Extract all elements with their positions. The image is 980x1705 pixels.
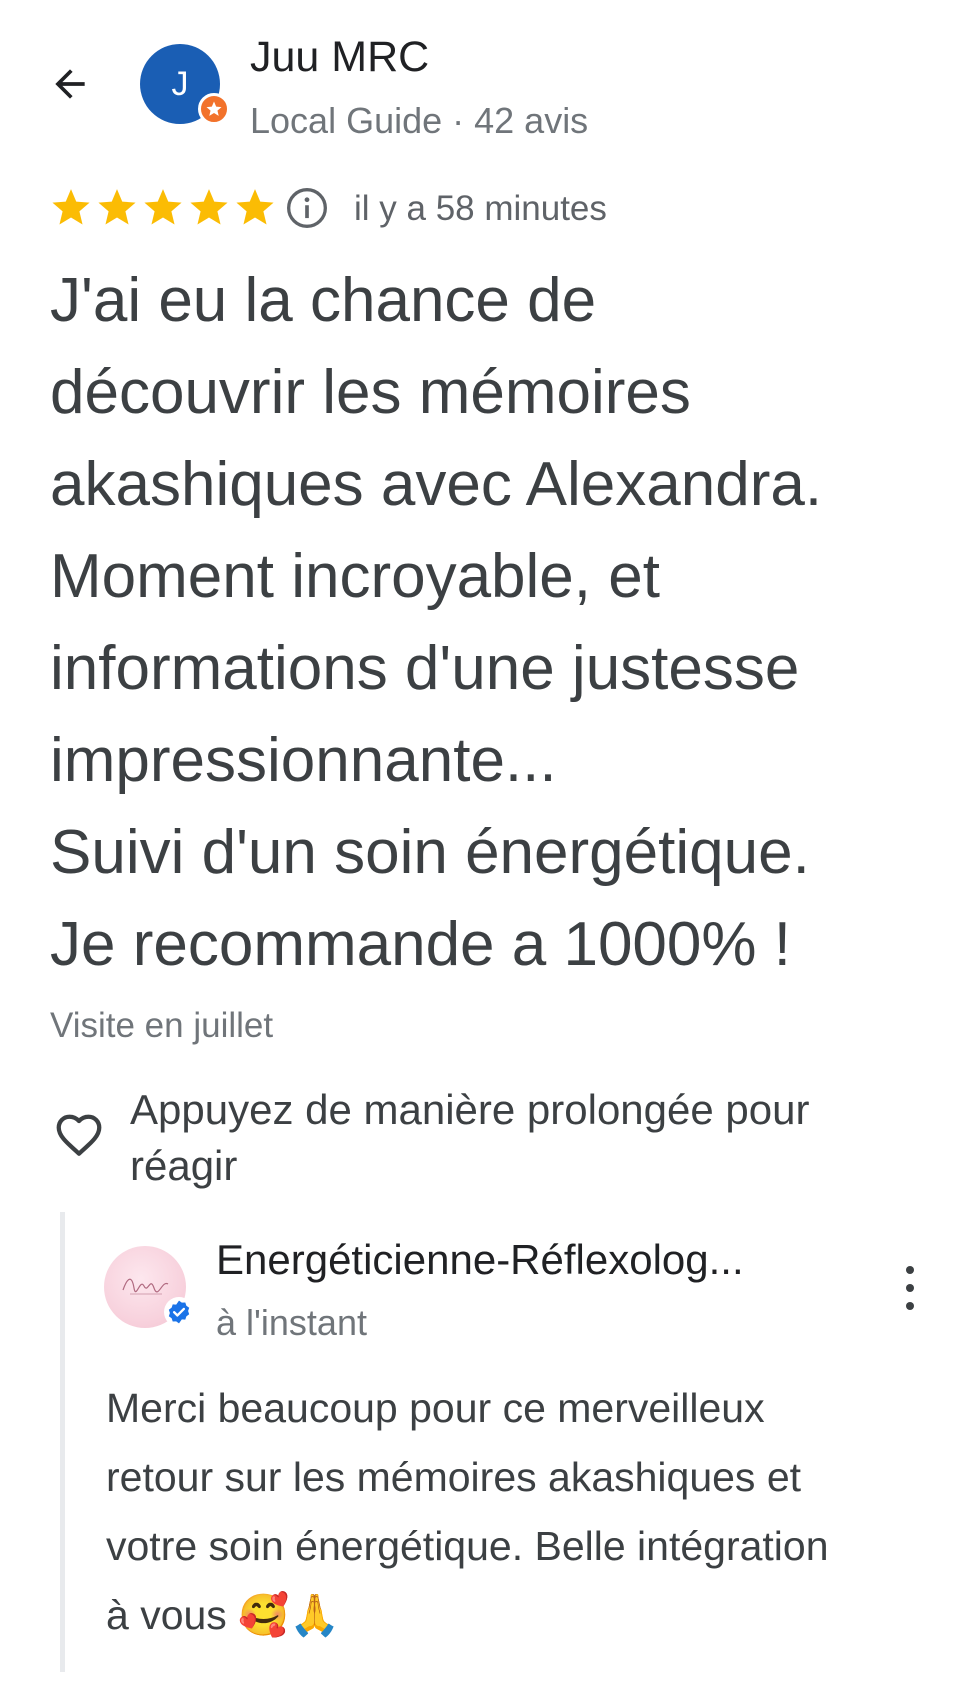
- verified-check-icon: [164, 1297, 194, 1327]
- user-name[interactable]: Juu MRC: [250, 33, 429, 82]
- owner-name[interactable]: Energéticienne-Réflexolog...: [216, 1236, 856, 1284]
- info-icon[interactable]: [285, 186, 329, 230]
- reply-line: Merci beaucoup pour ce merveilleux: [106, 1385, 765, 1431]
- owner-reply-text: Merci beaucoup pour ce merveilleux retou…: [106, 1374, 966, 1650]
- star-rating: [50, 186, 280, 228]
- user-meta: Local Guide · 42 avis: [250, 100, 589, 141]
- review-line: Moment incroyable, et: [50, 542, 660, 611]
- review-text: J'ai eu la chance de découvrir les mémoi…: [50, 255, 950, 991]
- star-icon: [236, 189, 274, 225]
- review-line: impressionnante...: [50, 726, 557, 795]
- review-line: découvrir les mémoires: [50, 358, 691, 427]
- owner-logo-icon: [122, 1278, 169, 1295]
- avatar-letter: J: [171, 64, 189, 103]
- heart-outline-icon[interactable]: [52, 1108, 106, 1162]
- review-line: Je recommande a 1000% !: [50, 910, 791, 979]
- local-guide-star-icon: [198, 93, 230, 125]
- react-hint-line: réagir: [130, 1142, 238, 1189]
- star-icon: [52, 189, 90, 225]
- react-hint-line: Appuyez de manière prolongée pour: [130, 1086, 810, 1133]
- review-time: il y a 58 minutes: [354, 189, 607, 228]
- more-vert-icon[interactable]: [890, 1260, 930, 1316]
- review-line: akashiques avec Alexandra.: [50, 450, 823, 519]
- star-icon: [144, 189, 182, 225]
- reply-line: votre soin énergétique. Belle intégratio…: [106, 1523, 829, 1569]
- review-line: informations d'une justesse: [50, 634, 800, 703]
- review-line: J'ai eu la chance de: [50, 266, 597, 335]
- review-line: Suivi d'un soin énergétique.: [50, 818, 810, 887]
- owner-reply-time: à l'instant: [216, 1302, 367, 1343]
- reply-line: à vous 🥰🙏: [106, 1592, 341, 1638]
- star-icon: [98, 189, 136, 225]
- reply-divider: [60, 1212, 65, 1672]
- back-button[interactable]: [44, 58, 96, 110]
- review-page: J Juu MRC Local Guide · 42 avis il y a 5…: [0, 0, 980, 1705]
- react-hint-button[interactable]: Appuyez de manière prolongée pour réagir: [130, 1082, 950, 1194]
- star-icon: [190, 189, 228, 225]
- arrow-left-icon: [55, 69, 85, 99]
- visit-date: Visite en juillet: [50, 1006, 274, 1045]
- reply-line: retour sur les mémoires akashiques et: [106, 1454, 802, 1500]
